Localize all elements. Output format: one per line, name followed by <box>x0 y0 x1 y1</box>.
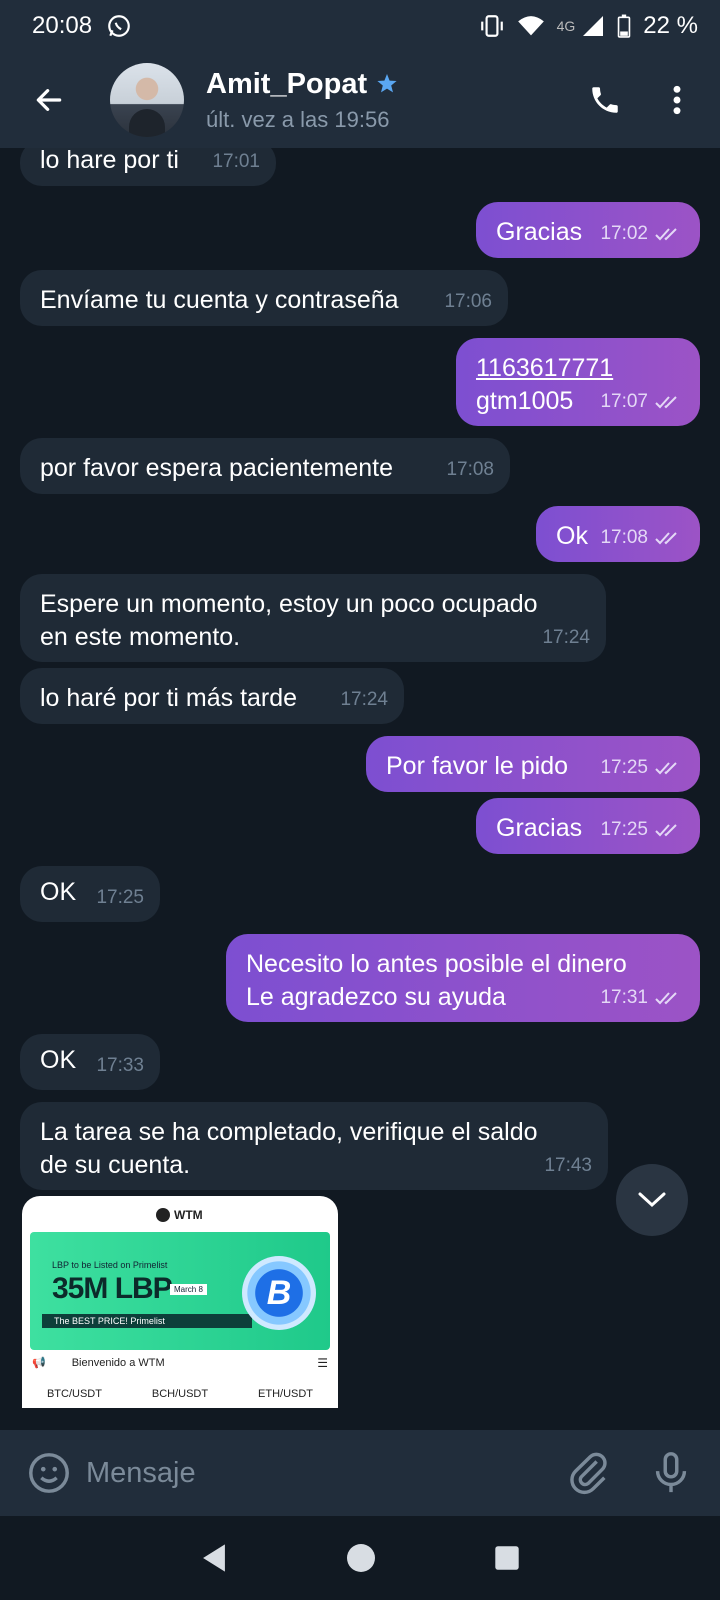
message-time: 17:08 <box>600 521 684 554</box>
emoji-icon[interactable] <box>26 1450 72 1496</box>
message-incoming[interactable]: La tarea se ha completado, verifique el … <box>20 1102 608 1190</box>
banner-date: March 8 <box>170 1284 207 1295</box>
message-incoming[interactable]: Envíame tu cuenta y contraseña 17:06 <box>20 270 508 326</box>
message-outgoing[interactable]: 1163617771 gtm1005 17:07 <box>456 338 700 426</box>
nav-home-icon[interactable] <box>346 1544 375 1572</box>
image-message[interactable]: WTM LBP to be Listed on Primelist 35M LB… <box>22 1196 338 1408</box>
message-incoming[interactable]: OK 17:25 <box>20 866 160 922</box>
message-text: por favor espera pacientemente <box>40 454 393 482</box>
back-button[interactable] <box>24 75 74 125</box>
message-time: 17:31 <box>600 981 684 1014</box>
message-incoming[interactable]: por favor espera pacientemente 17:08 <box>20 438 510 494</box>
double-check-icon <box>655 991 677 1004</box>
double-check-icon <box>655 395 677 408</box>
banner-tagline: The BEST PRICE! Primelist <box>42 1314 252 1328</box>
list-icon: ☰ <box>317 1356 328 1370</box>
double-check-icon <box>655 227 677 240</box>
message-text: en este momento. <box>40 623 241 651</box>
vibrate-icon <box>480 15 503 37</box>
contact-name: Amit_Popat <box>206 67 368 100</box>
message-time: 17:06 <box>444 291 492 312</box>
message-time: 17:08 <box>446 459 494 480</box>
message-text: Envíame tu cuenta y contraseña <box>40 286 399 314</box>
welcome-row: 📢 Bienvenido a WTM <box>32 1356 165 1370</box>
message-incoming[interactable]: OK 17:33 <box>20 1034 160 1090</box>
scroll-down-button[interactable] <box>616 1164 688 1236</box>
battery-percent: 22 % <box>643 12 698 39</box>
message-time: 17:43 <box>544 1155 592 1176</box>
message-incoming[interactable]: lo haré por ti más tarde 17:24 <box>20 668 404 724</box>
message-text: Necesito lo antes posible el dinero <box>246 950 627 978</box>
coin-logo: B <box>242 1256 316 1330</box>
banner-caption: LBP to be Listed on Primelist <box>52 1260 168 1270</box>
avatar[interactable] <box>110 63 184 137</box>
double-check-icon <box>655 823 677 836</box>
verified-star-icon <box>377 74 397 93</box>
phone-icon <box>592 87 618 113</box>
chat-header: Amit_Popat últ. vez a las 19:56 <box>0 52 720 148</box>
battery-icon <box>618 14 631 38</box>
attach-icon[interactable] <box>566 1450 612 1496</box>
status-time: 20:08 <box>32 12 93 39</box>
call-button[interactable] <box>580 75 630 125</box>
message-time: 17:07 <box>600 385 684 418</box>
signal-icon <box>583 16 604 36</box>
message-time: 17:33 <box>96 1055 144 1076</box>
message-text: Espere un momento, estoy un poco ocupado <box>40 590 538 618</box>
message-list[interactable]: lo hare por ti 17:01 Gracias 17:02 Envía… <box>0 148 720 1430</box>
message-outgoing[interactable]: Necesito lo antes posible el dinero Le a… <box>226 934 700 1022</box>
message-time: 17:01 <box>212 151 260 172</box>
message-outgoing[interactable]: Por favor le pido 17:25 <box>366 736 700 792</box>
message-outgoing[interactable]: Gracias 17:25 <box>476 798 700 854</box>
message-text: lo haré por ti más tarde <box>40 684 298 712</box>
message-time: 17:24 <box>542 627 590 648</box>
nav-recents-icon[interactable] <box>494 1545 520 1571</box>
contact-info[interactable]: Amit_Popat últ. vez a las 19:56 <box>206 68 399 133</box>
nav-back-icon[interactable] <box>200 1543 228 1573</box>
megaphone-icon: 📢 <box>32 1357 46 1369</box>
system-nav-bar <box>0 1516 720 1600</box>
double-check-icon <box>655 761 677 774</box>
message-time: 17:25 <box>600 813 684 846</box>
trading-pairs: BTC/USDT BCH/USDT ETH/USDT <box>46 1388 314 1400</box>
mic-icon[interactable] <box>648 1450 694 1496</box>
double-check-icon <box>655 531 677 544</box>
message-time: 17:25 <box>96 887 144 908</box>
account-number-link[interactable]: 1163617771 <box>476 352 680 385</box>
message-text: de su cuenta. <box>40 1151 191 1179</box>
status-bar: 20:08 4G 22 % <box>0 0 720 52</box>
message-incoming[interactable]: Espere un momento, estoy un poco ocupado… <box>20 574 606 662</box>
message-incoming[interactable]: lo hare por ti 17:01 <box>20 148 276 186</box>
whatsapp-notification-icon <box>108 15 130 37</box>
more-vert-icon <box>673 85 681 115</box>
more-options-button[interactable] <box>652 75 702 125</box>
wifi-icon <box>517 16 544 36</box>
message-outgoing[interactable]: Gracias 17:02 <box>476 202 700 258</box>
banner-amount: 35M LBP <box>52 1272 173 1305</box>
message-input[interactable] <box>86 1456 526 1490</box>
message-outgoing[interactable]: Ok 17:08 <box>536 506 700 562</box>
network-type: 4G <box>556 18 576 34</box>
promo-banner: LBP to be Listed on Primelist 35M LBP Ma… <box>30 1232 330 1350</box>
last-seen: últ. vez a las 19:56 <box>206 106 390 132</box>
message-time: 17:25 <box>600 751 684 784</box>
back-arrow-icon <box>36 89 62 111</box>
wtm-logo: WTM <box>156 1208 203 1222</box>
message-composer <box>0 1430 720 1516</box>
message-time: 17:02 <box>600 217 684 250</box>
chevron-down-icon <box>638 1192 666 1208</box>
message-text: La tarea se ha completado, verifique el … <box>40 1118 538 1146</box>
message-time: 17:24 <box>340 689 388 710</box>
